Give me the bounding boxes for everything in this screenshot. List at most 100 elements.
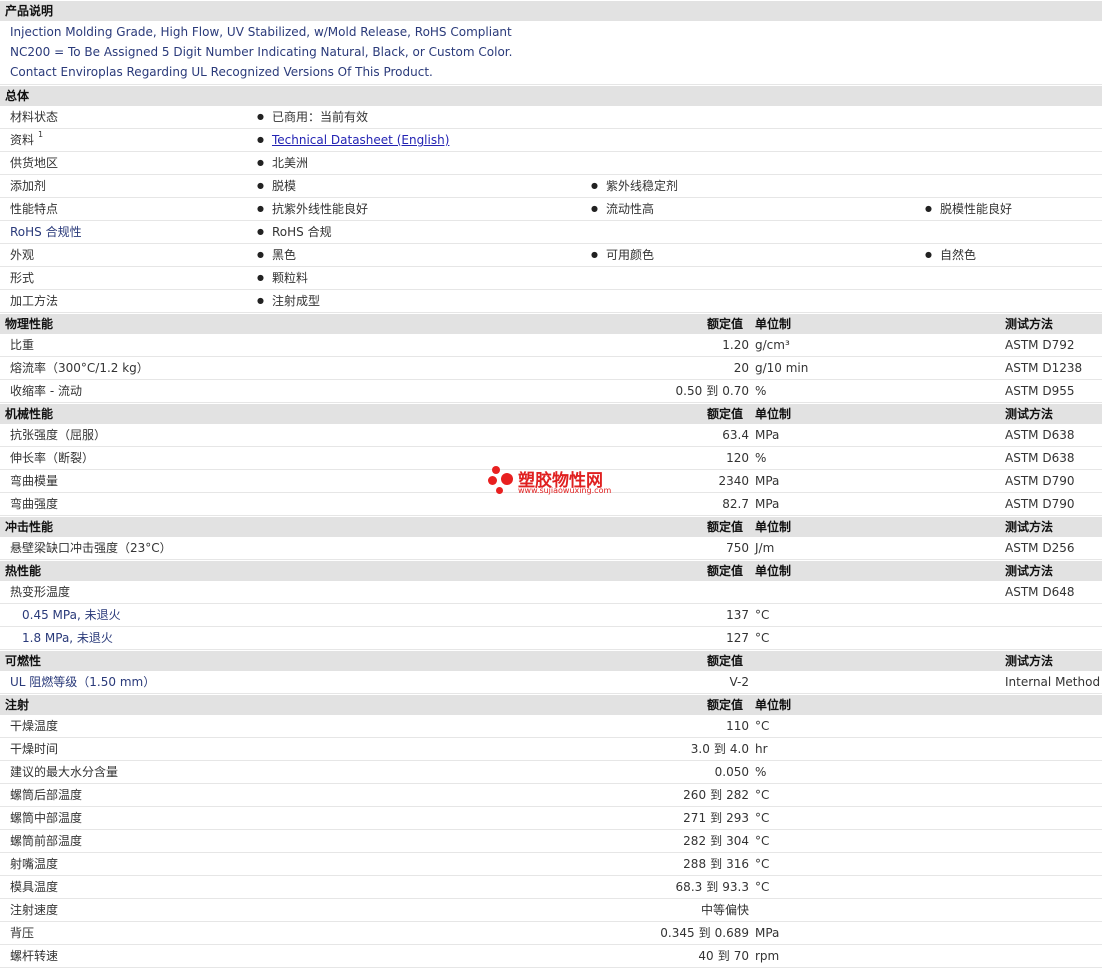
property-label: 螺筒前部温度 [10, 834, 83, 848]
value-text: 750 [726, 541, 749, 555]
rated-header: 额定值 [707, 654, 744, 668]
value-text: 注射成型 [271, 294, 320, 308]
test-method: ASTM D955 [1005, 384, 1075, 398]
value-low: 260 [683, 788, 707, 802]
property-label: 模具温度 [10, 880, 59, 894]
rated-header: 额定值 [707, 520, 744, 534]
section-title: 可燃性 [5, 654, 42, 668]
property-label: 干燥时间 [10, 742, 59, 756]
general-row: 外观 黑色 可用颜色 自然色 [0, 244, 1102, 267]
property-row: 背压 0.345 到 0.689 MPa [0, 922, 1102, 945]
property-label: UL 阻燃等级（1.50 mm） [10, 675, 156, 689]
property-unit: % [755, 765, 767, 779]
property-value: V-2 [730, 671, 749, 693]
value-low: 288 [683, 857, 707, 871]
property-row: 模具温度 68.3 到 93.3 °C [0, 876, 1102, 899]
property-unit: °C [755, 880, 770, 894]
property-row: 螺筒前部温度 282 到 304 °C [0, 830, 1102, 853]
section-title: 冲击性能 [5, 520, 54, 534]
value-text: 流动性高 [605, 202, 654, 216]
property-unit: MPa [755, 926, 780, 940]
general-row: 加工方法 注射成型 [0, 290, 1102, 313]
property-label: 热变形温度 [10, 585, 71, 599]
row-label: 材料状态 [10, 110, 59, 124]
property-unit: g/cm³ [755, 338, 790, 352]
property-row: 熔流率（300°C/1.2 kg） 20 g/10 min ASTM D1238 [0, 357, 1102, 380]
section-header-physical: 物理性能 额定值 单位制 测试方法 [0, 313, 1102, 334]
section-title: 总体 [5, 89, 30, 103]
property-value: 0.50 到 0.70 [676, 380, 749, 402]
property-label: 背压 [10, 926, 35, 940]
value-text: 北美洲 [271, 156, 308, 170]
rated-header: 额定值 [707, 317, 744, 331]
test-method: ASTM D790 [1005, 474, 1075, 488]
value-text: 中等偏快 [700, 903, 749, 917]
value-text: 63.4 [722, 428, 749, 442]
range-separator: 到 [710, 834, 723, 848]
property-value: 中等偏快 [701, 899, 749, 921]
property-row: 抗张强度（屈服） 63.4 MPa ASTM D638 [0, 424, 1102, 447]
general-value-item: 颗粒料 [257, 267, 308, 289]
watermark-url: www.sujiaowuxing.com [518, 486, 612, 495]
test-method-header: 测试方法 [1005, 654, 1054, 668]
property-value: 40 到 70 [698, 945, 749, 967]
property-unit: °C [755, 788, 770, 802]
general-row: 供货地区 北美洲 [0, 152, 1102, 175]
property-row: 比重 1.20 g/cm³ ASTM D792 [0, 334, 1102, 357]
test-method: ASTM D790 [1005, 497, 1075, 511]
property-label: 干燥温度 [10, 719, 59, 733]
row-label: RoHS 合规性 [10, 225, 82, 239]
range-separator: 到 [717, 949, 730, 963]
datasheet-link[interactable]: Technical Datasheet (English) [272, 133, 449, 147]
value-high: 304 [726, 834, 749, 848]
property-row: 螺筒中部温度 271 到 293 °C [0, 807, 1102, 830]
range-separator: 到 [706, 880, 719, 894]
value-low: 271 [683, 811, 707, 825]
value-text: 20 [733, 361, 749, 375]
value-text: V-2 [729, 675, 749, 689]
property-unit: % [755, 451, 767, 465]
range-separator: 到 [710, 788, 723, 802]
section-header-injection: 注射 额定值 单位制 [0, 694, 1102, 715]
property-label: 1.8 MPa, 未退火 [22, 631, 113, 645]
property-label: 熔流率（300°C/1.2 kg） [10, 361, 149, 375]
property-label: 螺筒后部温度 [10, 788, 83, 802]
value-text: 抗紫外线性能良好 [271, 202, 368, 216]
section-header-general: 总体 [0, 85, 1102, 106]
property-unit: °C [755, 719, 770, 733]
description-line: Injection Molding Grade, High Flow, UV S… [10, 25, 512, 39]
property-unit: rpm [755, 949, 780, 963]
property-value: 288 到 316 [683, 853, 749, 875]
test-method: Internal Method [1005, 675, 1101, 689]
general-value-item: 北美洲 [257, 152, 308, 174]
section-header-impact: 冲击性能 额定值 单位制 测试方法 [0, 516, 1102, 537]
general-value-item: Technical Datasheet (English) [257, 129, 449, 151]
general-row: RoHS 合规性 RoHS 合规 [0, 221, 1102, 244]
test-method-header: 测试方法 [1005, 317, 1054, 331]
general-value-item: 脱模 [257, 175, 296, 197]
property-row: UL 阻燃等级（1.50 mm） V-2 Internal Method [0, 671, 1102, 694]
section-header-thermal: 热性能 额定值 单位制 测试方法 [0, 560, 1102, 581]
section-title: 热性能 [5, 564, 42, 578]
section-title: 产品说明 [5, 4, 54, 18]
rated-header: 额定值 [707, 564, 744, 578]
value-text: 可用颜色 [605, 248, 654, 262]
property-label: 螺杆转速 [10, 949, 59, 963]
unit-header: 单位制 [755, 317, 792, 331]
property-unit: MPa [755, 474, 780, 488]
test-method: ASTM D256 [1005, 541, 1075, 555]
property-value: 271 到 293 [683, 807, 749, 829]
unit-header: 单位制 [755, 564, 792, 578]
property-value: 1.20 [722, 334, 749, 356]
value-low: 0.345 [660, 926, 695, 940]
description-line: NC200 = To Be Assigned 5 Digit Number In… [10, 45, 513, 59]
value-high: 316 [726, 857, 749, 871]
general-row: 形式 颗粒料 [0, 267, 1102, 290]
test-method: ASTM D792 [1005, 338, 1075, 352]
value-text: 颗粒料 [271, 271, 308, 285]
property-unit: g/10 min [755, 361, 809, 375]
property-value: 0.345 到 0.689 [660, 922, 749, 944]
row-label: 形式 [10, 271, 35, 285]
section-title: 机械性能 [5, 407, 54, 421]
value-high: 293 [726, 811, 749, 825]
